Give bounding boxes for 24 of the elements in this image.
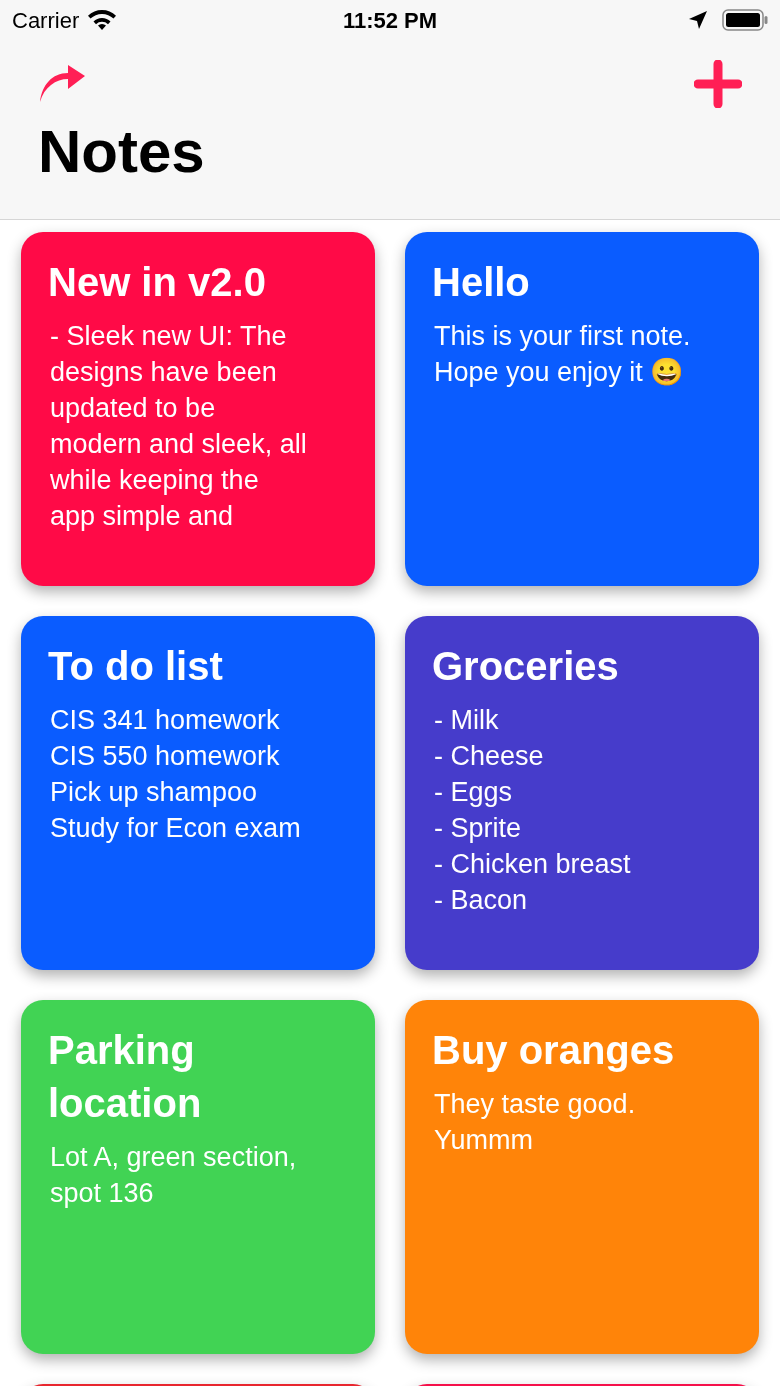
note-body: CIS 341 homework CIS 550 homework Pick up shampoo Study for Econ exam	[49, 704, 301, 845]
note-title: Parking location	[48, 1027, 203, 1127]
note-body: Lot A, green section, spot 136	[49, 1141, 297, 1210]
note-card[interactable]: New in v2.0 - Sleek new UI: The designs have been updated to be modern and sleek, all while keeping the app simple and	[21, 232, 375, 586]
note-card[interactable]: To do list CIS 341 homework CIS 550 homework Pick up shampoo Study for Econ exam	[21, 616, 375, 970]
note-body: - Sleek new UI: The designs have been updated to be modern and sleek, all while keeping the app simple and	[49, 320, 307, 533]
note-title: New in v2.0	[48, 259, 266, 306]
wifi-icon	[87, 9, 118, 31]
share-arrow-icon[interactable]	[38, 65, 86, 103]
note-title: Groceries	[432, 643, 619, 690]
add-icon[interactable]	[694, 60, 742, 108]
note-title: Buy oranges	[432, 1027, 675, 1074]
note-title: Hello	[432, 259, 530, 306]
battery-icon	[722, 9, 768, 31]
note-card[interactable]: Hello This is your first note. Hope you enjoy it 😀	[405, 232, 759, 586]
note-body: This is your first note. Hope you enjoy it 😀	[433, 320, 691, 389]
note-title: To do list	[48, 643, 223, 690]
status-time: 11:52 PM	[342, 6, 438, 35]
note-body: - Milk - Cheese - Eggs - Sprite - Chicken breast - Bacon	[433, 704, 631, 917]
note-card[interactable]: Groceries - Milk - Cheese - Eggs - Sprite - Chicken breast - Bacon	[405, 616, 759, 970]
location-arrow-icon	[688, 10, 708, 30]
carrier-label: Carrier	[12, 6, 80, 35]
note-body: They taste good. Yummm	[433, 1088, 636, 1157]
page-title: Notes	[37, 120, 206, 184]
